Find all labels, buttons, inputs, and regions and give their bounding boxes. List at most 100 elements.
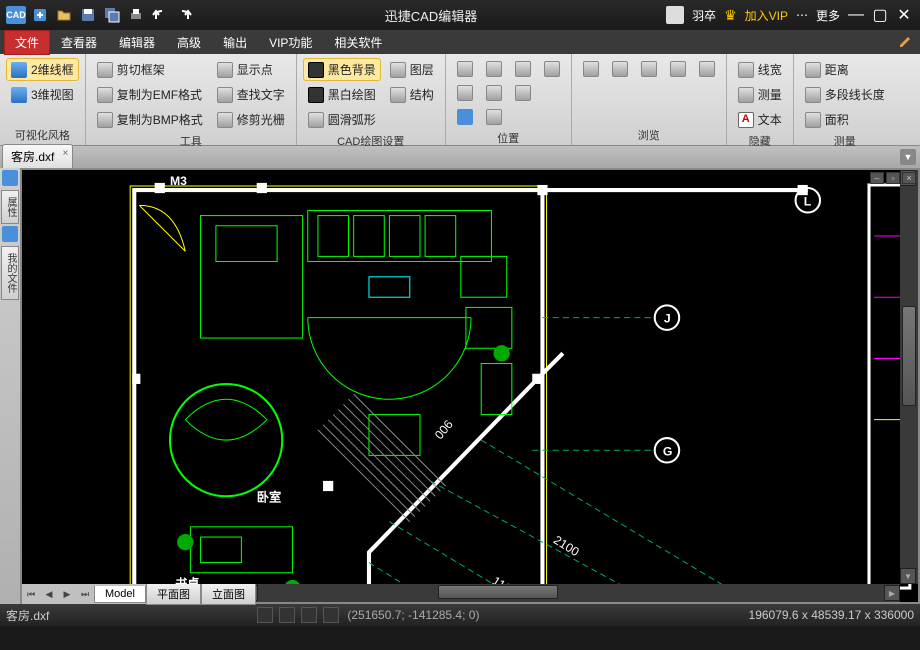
btn-distance[interactable]: 距离 (800, 58, 890, 81)
btn-copy-bmp[interactable]: 复制为BMP格式 (92, 108, 208, 131)
svg-text:J: J (664, 312, 671, 326)
btn-pos-1[interactable] (452, 58, 478, 80)
user-avatar-icon[interactable] (666, 6, 684, 24)
save-icon[interactable] (78, 5, 98, 25)
redo-icon[interactable] (174, 5, 194, 25)
btn-pos-5[interactable] (452, 82, 478, 104)
status-ortho-icon[interactable] (301, 607, 317, 623)
status-toggle-icons (257, 607, 339, 623)
vertical-scrollbar[interactable]: ▲ ▼ (900, 170, 918, 584)
side-properties-icon[interactable] (2, 170, 18, 186)
v-scroll-thumb[interactable] (902, 306, 916, 406)
mdi-max-icon[interactable]: ▫ (886, 172, 900, 184)
btn-pos-2[interactable] (481, 58, 507, 80)
status-filename: 客房.dxf (6, 607, 49, 624)
doc-close-icon[interactable]: × (63, 148, 69, 159)
menu-advanced[interactable]: 高级 (166, 30, 212, 55)
btn-nav-1[interactable] (578, 58, 604, 80)
side-files-icon[interactable] (2, 226, 18, 242)
btn-smooth-arc[interactable]: 圆滑弧形 (303, 108, 381, 131)
svg-text:006: 006 (432, 417, 456, 442)
btn-polyline-len[interactable]: 多段线长度 (800, 83, 890, 106)
menu-editor[interactable]: 编辑器 (108, 30, 166, 55)
layout-tab-elevation[interactable]: 立面图 (201, 584, 256, 605)
status-coordinates: (251650.7; -141285.4; 0) (347, 608, 479, 622)
svg-text:L: L (804, 194, 812, 208)
cad-canvas[interactable]: ‒ ▫ × (22, 170, 918, 602)
tab-nav-first-icon[interactable]: ⏮ (22, 585, 40, 603)
tab-nav-last-icon[interactable]: ⏭ (76, 585, 94, 603)
app-icon[interactable]: CAD (6, 5, 26, 25)
maximize-button[interactable]: ▢ (868, 3, 892, 27)
menu-viewer[interactable]: 查看器 (50, 30, 108, 55)
btn-text[interactable]: 文本 (733, 108, 787, 131)
mdi-controls: ‒ ▫ × (870, 172, 916, 184)
svg-text:M3: M3 (170, 174, 187, 188)
new-icon[interactable] (30, 5, 50, 25)
btn-pos-8[interactable] (452, 106, 478, 128)
scroll-right-icon[interactable]: ▶ (884, 585, 900, 601)
crown-icon: ♛ (724, 7, 737, 24)
btn-nav-4[interactable] (665, 58, 691, 80)
btn-show-points[interactable]: 显示点 (212, 58, 290, 81)
btn-pos-7[interactable] (510, 82, 536, 104)
layout-tab-bar: ⏮ ◀ ▶ ⏭ Model 平面图 立面图 (22, 584, 256, 604)
layout-tab-model[interactable]: Model (94, 586, 146, 603)
layout-tab-plan[interactable]: 平面图 (146, 584, 201, 605)
side-tab-properties[interactable]: 属性 (1, 190, 19, 224)
btn-pos-4[interactable] (539, 58, 565, 80)
more-link[interactable]: 更多 (816, 7, 840, 24)
minimize-button[interactable]: ― (844, 3, 868, 27)
btn-bw-draw[interactable]: 黑白绘图 (303, 83, 381, 106)
status-grid-icon[interactable] (279, 607, 295, 623)
username[interactable]: 羽卒 (692, 7, 716, 24)
btn-clip-frame[interactable]: 剪切框架 (92, 58, 208, 81)
menu-related[interactable]: 相关软件 (323, 30, 393, 55)
doctab-dropdown[interactable]: ▼ (900, 149, 916, 165)
tab-nav-next-icon[interactable]: ▶ (58, 585, 76, 603)
btn-structure[interactable]: 结构 (385, 83, 439, 106)
scroll-down-icon[interactable]: ▼ (900, 568, 916, 584)
horizontal-scrollbar[interactable]: ◀ ▶ (242, 584, 900, 602)
undo-icon[interactable] (150, 5, 170, 25)
btn-trim-raster[interactable]: 修剪光栅 (212, 108, 290, 131)
btn-layers[interactable]: 图层 (385, 58, 439, 81)
print-icon[interactable] (126, 5, 146, 25)
btn-2d-wireframe[interactable]: 2维线框 (6, 58, 79, 81)
svg-text:G: G (663, 444, 673, 458)
btn-pos-9[interactable] (481, 106, 507, 128)
ribbon-group-tools: 剪切框架 复制为EMF格式 复制为BMP格式 显示点 查找文字 修剪光栅 工具 (86, 54, 297, 145)
document-tab[interactable]: 客房.dxf× (2, 144, 73, 168)
btn-black-bg[interactable]: 黑色背景 (303, 58, 381, 81)
join-vip-link[interactable]: 加入VIP (745, 7, 788, 24)
btn-area[interactable]: 面积 (800, 108, 890, 131)
btn-copy-emf[interactable]: 复制为EMF格式 (92, 83, 208, 106)
side-tab-files[interactable]: 我的文件 (1, 246, 19, 300)
saveas-icon[interactable] (102, 5, 122, 25)
status-extent: 196079.6 x 48539.17 x 336000 (749, 608, 914, 622)
btn-pos-6[interactable] (481, 82, 507, 104)
btn-find-text[interactable]: 查找文字 (212, 83, 290, 106)
status-polar-icon[interactable] (323, 607, 339, 623)
btn-nav-5[interactable] (694, 58, 720, 80)
mdi-min-icon[interactable]: ‒ (870, 172, 884, 184)
app-title: 迅捷CAD编辑器 (196, 6, 666, 25)
menu-file[interactable]: 文件 (4, 30, 50, 55)
btn-nav-2[interactable] (607, 58, 633, 80)
open-icon[interactable] (54, 5, 74, 25)
status-bar: 客房.dxf (251650.7; -141285.4; 0) 196079.6… (0, 604, 920, 626)
close-button[interactable]: ✕ (892, 3, 916, 27)
mdi-close-icon[interactable]: × (902, 172, 916, 184)
btn-nav-3[interactable] (636, 58, 662, 80)
btn-pos-3[interactable] (510, 58, 536, 80)
btn-3d-view[interactable]: 3维视图 (6, 83, 79, 106)
ribbon-edit-icon[interactable] (898, 33, 914, 52)
btn-linewidth[interactable]: 线宽 (733, 58, 787, 81)
h-scroll-thumb[interactable] (438, 585, 558, 599)
menu-vip[interactable]: VIP功能 (258, 30, 323, 55)
status-snap-icon[interactable] (257, 607, 273, 623)
menu-output[interactable]: 输出 (212, 30, 258, 55)
btn-measure[interactable]: 测量 (733, 83, 787, 106)
tab-nav-prev-icon[interactable]: ◀ (40, 585, 58, 603)
ribbon: 2维线框 3维视图 可视化风格 剪切框架 复制为EMF格式 复制为BMP格式 显… (0, 54, 920, 146)
